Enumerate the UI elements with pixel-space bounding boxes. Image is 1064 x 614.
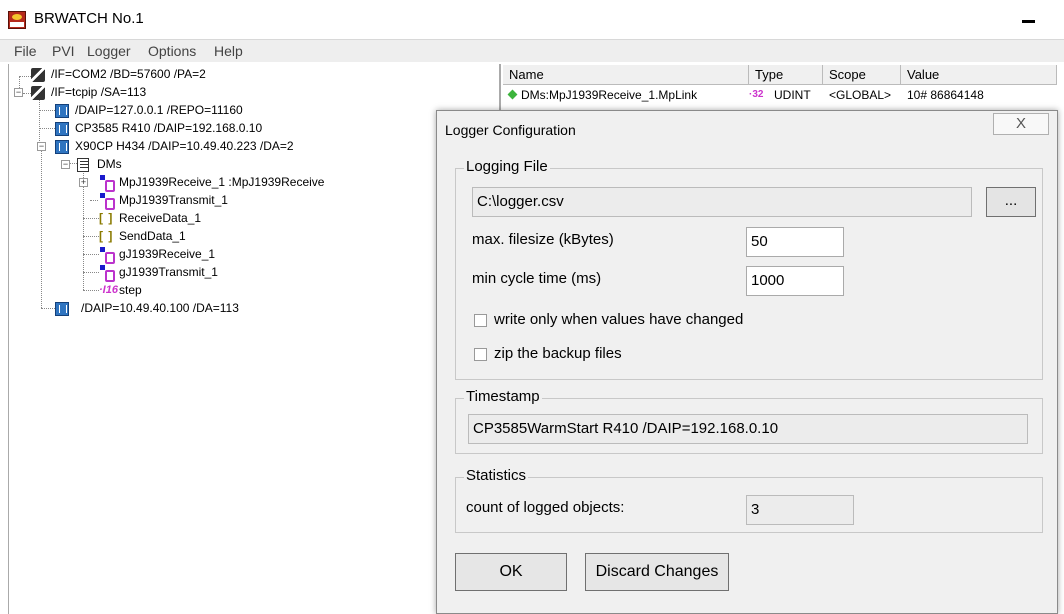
column-header-type[interactable]: Type xyxy=(749,65,823,85)
collapse-toggle[interactable]: − xyxy=(37,142,46,151)
table-row[interactable]: DMs:MpJ1939Receive_1.MpLink ·32 UDINT <G… xyxy=(501,86,1061,104)
timestamp-group: Timestamp CP3585WarmStart R410 /DAIP=192… xyxy=(455,388,1043,454)
tree-node-label: gJ1939Receive_1 xyxy=(119,247,216,261)
tree-node-label: step xyxy=(119,283,142,297)
tree-node-label: /DAIP=127.0.0.1 /REPO=11160 xyxy=(75,103,243,117)
tree-node-label: MpJ1939Transmit_1 xyxy=(119,193,228,207)
interface-icon xyxy=(31,68,45,82)
filesize-label: max. filesize (kBytes) xyxy=(472,231,614,248)
write-only-changed-checkbox[interactable] xyxy=(474,314,487,327)
tree-connector xyxy=(39,110,55,111)
cell-scope: <GLOBAL> xyxy=(829,88,892,102)
tree-connector xyxy=(83,272,99,273)
tree-node-label: ReceiveData_1 xyxy=(119,211,202,225)
logging-file-group: Logging File C:\logger.csv ... max. file… xyxy=(455,158,1043,380)
minimize-icon xyxy=(1022,20,1035,23)
tree-node-label: /DAIP=10.49.40.100 /DA=113 xyxy=(81,301,239,315)
count-logged-field: 3 xyxy=(746,495,854,525)
dialog-title: Logger Configuration xyxy=(445,122,576,138)
tree-node-label: MpJ1939Receive_1 :MpJ1939Receive xyxy=(119,175,325,189)
array-icon: [ ] xyxy=(99,229,114,243)
window-title: BRWATCH No.1 xyxy=(34,10,144,27)
collapse-toggle[interactable]: − xyxy=(14,88,23,97)
tree-connector xyxy=(23,93,31,94)
struct-icon xyxy=(99,193,115,210)
tree-node-label: /IF=COM2 /BD=57600 /PA=2 xyxy=(51,67,206,81)
tree-node-label: SendData_1 xyxy=(119,229,186,243)
write-only-changed-label: write only when values have changed xyxy=(494,311,744,328)
tree-connector xyxy=(19,76,31,77)
cpu-icon xyxy=(55,104,69,118)
tree-connector xyxy=(83,254,99,255)
menu-logger[interactable]: Logger xyxy=(87,43,131,59)
cycle-time-label: min cycle time (ms) xyxy=(472,270,602,287)
discard-changes-button[interactable]: Discard Changes xyxy=(585,553,729,591)
array-icon: [ ] xyxy=(99,211,114,225)
interface-icon xyxy=(31,86,45,100)
tree-connector xyxy=(83,218,99,219)
menu-file[interactable]: File xyxy=(14,43,37,59)
tree-node-label: CP3585 R410 /DAIP=192.168.0.10 xyxy=(75,121,263,135)
tree-connector xyxy=(39,128,55,129)
filesize-input[interactable]: 50 xyxy=(746,227,844,257)
cell-name: DMs:MpJ1939Receive_1.MpLink xyxy=(521,88,698,102)
ok-button[interactable]: OK xyxy=(455,553,567,591)
cpu-icon xyxy=(55,302,69,316)
brwatch-logo-icon xyxy=(8,11,26,29)
expand-toggle[interactable]: + xyxy=(79,178,88,187)
collapse-toggle[interactable]: − xyxy=(61,160,70,169)
type-badge: ·32 xyxy=(749,89,764,100)
zip-backup-checkbox[interactable] xyxy=(474,348,487,361)
datamodule-icon xyxy=(77,158,89,172)
struct-icon xyxy=(99,175,115,192)
cpu-icon xyxy=(55,140,69,154)
object-tree[interactable]: /IF=COM2 /BD=57600 /PA=2 − /IF=tcpip /SA… xyxy=(8,64,500,614)
struct-icon xyxy=(99,247,115,264)
group-title: Logging File xyxy=(464,158,550,175)
cell-value: 10# 86864148 xyxy=(907,88,984,102)
logger-configuration-dialog: Logger Configuration X Logging File C:\l… xyxy=(436,110,1058,614)
int16-icon: ·I16 xyxy=(99,284,118,296)
menu-help[interactable]: Help xyxy=(214,43,243,59)
column-header-scope[interactable]: Scope xyxy=(823,65,901,85)
tree-connector xyxy=(41,146,42,308)
statistics-group: Statistics count of logged objects: 3 xyxy=(455,467,1043,533)
cycle-time-input[interactable]: 1000 xyxy=(746,266,844,296)
tree-node-label: X90CP H434 /DAIP=10.49.40.223 /DA=2 xyxy=(75,139,294,153)
tree-node-label: gJ1939Transmit_1 xyxy=(119,265,218,279)
status-diamond-icon xyxy=(507,89,518,100)
tree-connector xyxy=(83,236,99,237)
tree-connector xyxy=(90,200,98,201)
tree-connector xyxy=(41,308,55,309)
minimize-button[interactable] xyxy=(1014,8,1044,28)
group-title: Timestamp xyxy=(464,388,542,405)
tree-connector xyxy=(83,290,99,291)
tree-node-label: DMs xyxy=(97,157,122,171)
group-title: Statistics xyxy=(464,467,529,484)
cpu-icon xyxy=(55,122,69,136)
column-header-name[interactable]: Name xyxy=(503,65,749,85)
timestamp-field[interactable]: CP3585WarmStart R410 /DAIP=192.168.0.10 xyxy=(468,414,1028,444)
menu-pvi[interactable]: PVI xyxy=(52,43,75,59)
zip-backup-label: zip the backup files xyxy=(494,345,622,362)
count-logged-label: count of logged objects: xyxy=(466,499,625,516)
close-icon: X xyxy=(1015,115,1026,132)
column-header-value[interactable]: Value xyxy=(901,65,1057,85)
close-button[interactable]: X xyxy=(993,113,1049,135)
tree-connector xyxy=(39,100,40,145)
tree-node-label: /IF=tcpip /SA=113 xyxy=(51,85,147,99)
browse-button[interactable]: ... xyxy=(986,187,1036,217)
menu-bar: File PVI Logger Options Help xyxy=(0,40,1064,62)
file-path-field[interactable]: C:\logger.csv xyxy=(472,187,972,217)
struct-icon xyxy=(99,265,115,282)
menu-options[interactable]: Options xyxy=(148,43,196,59)
window-titlebar: BRWATCH No.1 xyxy=(0,0,1064,40)
cell-type: UDINT xyxy=(774,88,811,102)
